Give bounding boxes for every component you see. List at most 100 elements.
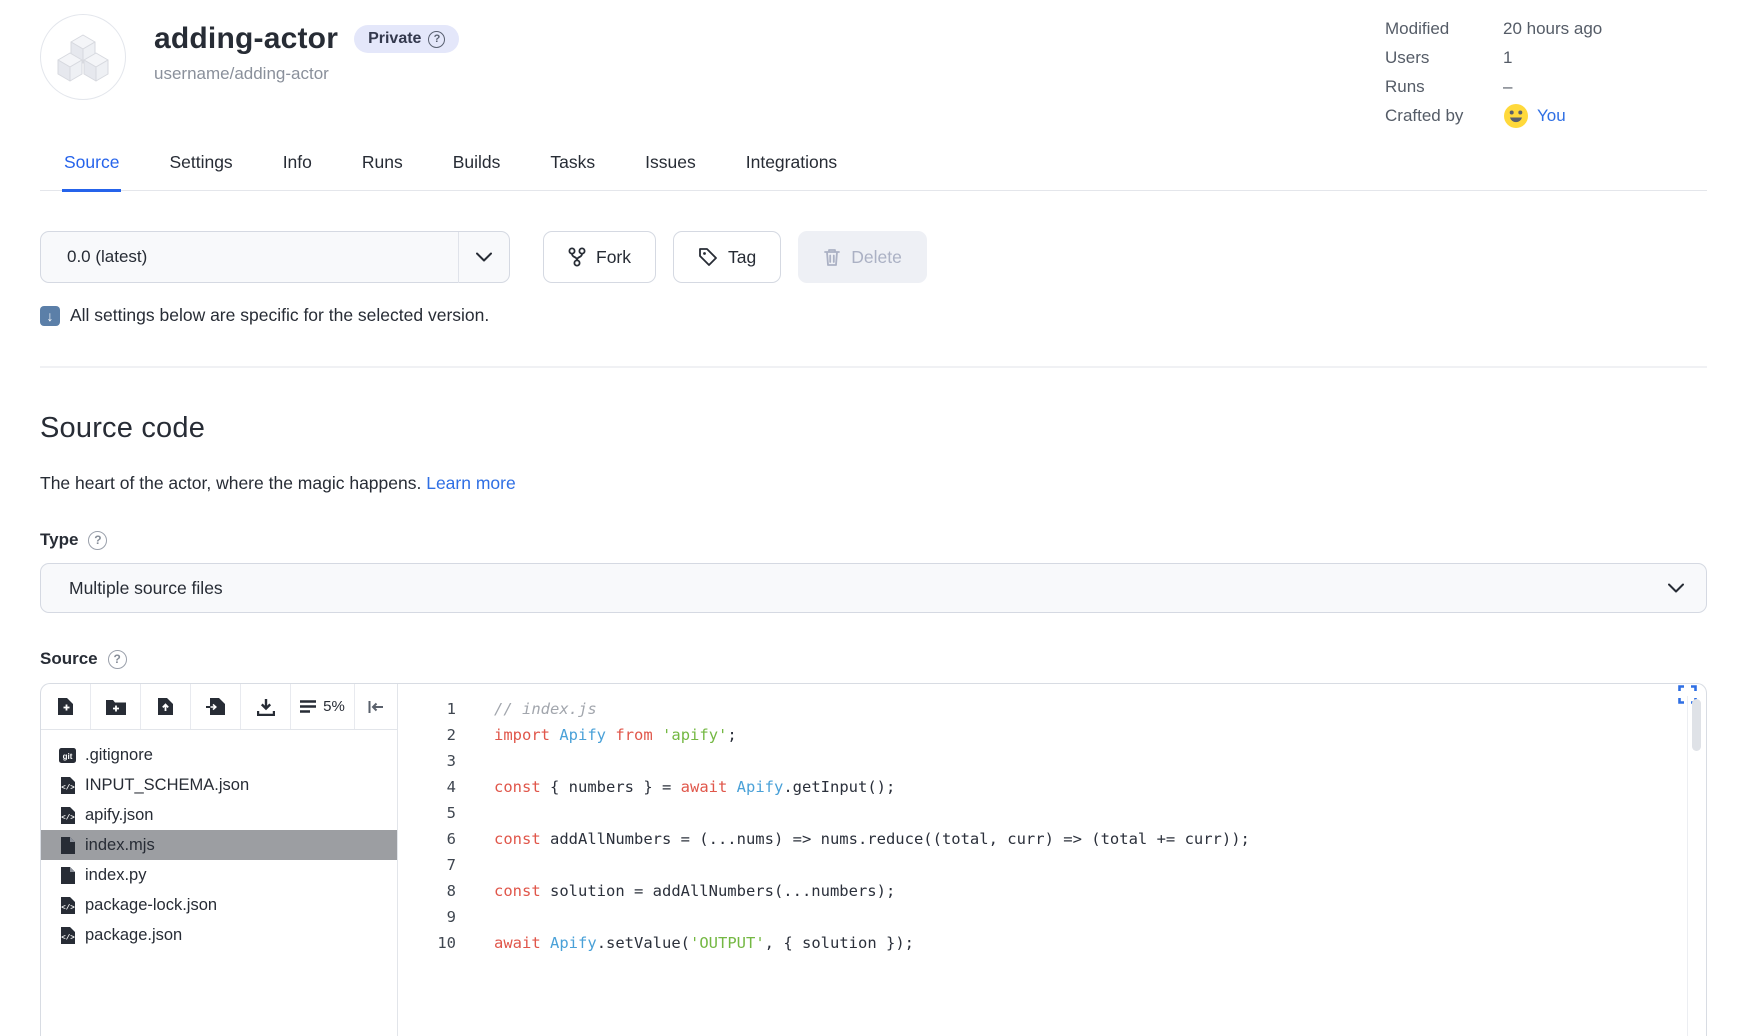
line-content — [456, 904, 494, 930]
meta-value: 1 — [1503, 48, 1512, 68]
line-number: 7 — [398, 852, 456, 878]
file-name: package-lock.json — [85, 896, 217, 915]
chevron-down-icon — [1668, 583, 1684, 593]
new-file-button[interactable] — [41, 684, 91, 729]
line-number: 4 — [398, 774, 456, 800]
tab-runs[interactable]: Runs — [360, 142, 405, 190]
tab-builds[interactable]: Builds — [451, 142, 503, 190]
actor-avatar — [40, 14, 126, 100]
source-label: Source — [40, 649, 98, 669]
page-title: adding-actor — [154, 22, 338, 56]
list-icon — [300, 700, 316, 713]
help-icon[interactable]: ? — [88, 531, 107, 550]
file-item-INPUT_SCHEMA.json[interactable]: </>INPUT_SCHEMA.json — [41, 770, 397, 800]
editor-scrollbar[interactable] — [1687, 696, 1706, 1036]
file-item-.gitignore[interactable]: git .gitignore — [41, 740, 397, 770]
file-item-apify.json[interactable]: </>apify.json — [41, 800, 397, 830]
meta-label: Users — [1385, 48, 1503, 68]
file-name: .gitignore — [85, 746, 153, 765]
file-item-package-lock.json[interactable]: </> package-lock.json — [41, 890, 397, 920]
plain-file-icon — [59, 837, 76, 854]
version-notice: ↓ All settings below are specific for th… — [40, 305, 1707, 326]
fork-button[interactable]: Fork — [543, 231, 656, 283]
meta-row: Modified20 hours ago — [1385, 14, 1602, 43]
git-file-icon: git — [59, 747, 76, 764]
collapse-tree-button[interactable] — [355, 684, 397, 729]
meta-value: – — [1503, 77, 1512, 97]
tab-source[interactable]: Source — [62, 142, 121, 192]
line-number: 8 — [398, 878, 456, 904]
file-name: index.py — [85, 866, 146, 885]
version-select[interactable]: 0.0 (latest) — [40, 231, 510, 283]
type-label: Type — [40, 530, 78, 550]
upload-file-button[interactable] — [141, 684, 191, 729]
file-item-package.json[interactable]: </>package.json — [41, 920, 397, 950]
source-label-inner: Source ? — [40, 649, 1707, 669]
line-content — [456, 748, 494, 774]
line-number: 5 — [398, 800, 456, 826]
code-line: 7 — [398, 852, 1687, 878]
file-item-index.mjs[interactable]: index.mjs — [41, 830, 397, 860]
new-folder-button[interactable] — [91, 684, 141, 729]
source-type-select[interactable]: Multiple source files — [40, 563, 1707, 613]
file-name: apify.json — [85, 806, 153, 825]
crafted-by-link[interactable]: You — [1503, 103, 1566, 129]
line-content — [456, 800, 494, 826]
code-line: 5 — [398, 800, 1687, 826]
tab-tasks[interactable]: Tasks — [548, 142, 597, 190]
line-number: 1 — [398, 696, 456, 722]
code-line: 1// index.js — [398, 696, 1687, 722]
svg-text:</>: </> — [61, 904, 75, 912]
smiley-emoji — [1503, 103, 1529, 129]
version-select-value: 0.0 (latest) — [41, 247, 458, 267]
help-icon[interactable]: ? — [108, 650, 127, 669]
code-line: 8const solution = addAllNumbers(...numbe… — [398, 878, 1687, 904]
line-content — [456, 852, 494, 878]
code-line: 6const addAllNumbers = (...nums) => nums… — [398, 826, 1687, 852]
file-tree-pane: 5% git.gitignore</>INPUT_SCHEMA.json</>a… — [41, 684, 398, 1036]
line-content: const addAllNumbers = (...nums) => nums.… — [456, 826, 1250, 852]
trash-icon — [823, 247, 841, 267]
meta-row: Users1 — [1385, 43, 1602, 72]
meta-label: Runs — [1385, 77, 1503, 97]
tab-integrations[interactable]: Integrations — [744, 142, 839, 190]
tag-button[interactable]: Tag — [673, 231, 781, 283]
file-item-index.py[interactable]: index.py — [41, 860, 397, 890]
code-lines: 1// index.js2import Apify from 'apify';3… — [398, 696, 1687, 1036]
chevron-down-icon — [459, 252, 509, 262]
file-name: index.mjs — [85, 836, 155, 855]
download-button[interactable] — [241, 684, 291, 729]
meta-value-text: 20 hours ago — [1503, 19, 1602, 39]
line-content: const solution = addAllNumbers(...number… — [456, 878, 895, 904]
scrollbar-thumb[interactable] — [1692, 699, 1701, 751]
line-content: import Apify from 'apify'; — [456, 722, 737, 748]
actions-row: 0.0 (latest) Fork Tag — [40, 231, 1707, 283]
cubes-icon — [57, 31, 109, 83]
source-label-row: Source ? — [40, 649, 1707, 669]
tag-icon — [698, 247, 718, 267]
line-content: // index.js — [456, 696, 597, 722]
tab-settings[interactable]: Settings — [167, 142, 234, 190]
tab-info[interactable]: Info — [281, 142, 314, 190]
help-icon[interactable]: ? — [428, 31, 445, 48]
code-editor[interactable]: 1// index.js2import Apify from 'apify';3… — [398, 684, 1706, 1036]
code-line: 10await Apify.setValue('OUTPUT', { solut… — [398, 930, 1687, 956]
version-notice-text: All settings below are specific for the … — [70, 305, 489, 326]
code-line: 3 — [398, 748, 1687, 774]
usage-value: 5% — [323, 698, 345, 715]
tab-issues[interactable]: Issues — [643, 142, 698, 190]
down-arrow-emoji: ↓ — [40, 306, 60, 326]
meta-value-text: You — [1537, 106, 1566, 126]
learn-more-link[interactable]: Learn more — [426, 473, 516, 493]
code-file-icon: </> — [59, 927, 76, 944]
import-file-button[interactable] — [191, 684, 241, 729]
code-line: 2import Apify from 'apify'; — [398, 722, 1687, 748]
tabs: Source Settings Info Runs Builds Tasks Issues I… — [40, 142, 1707, 191]
source-editor: 5% git.gitignore</>INPUT_SCHEMA.json</>a… — [40, 683, 1707, 1036]
line-number: 3 — [398, 748, 456, 774]
type-label-row: Type ? — [40, 530, 1707, 550]
meta-row: Runs– — [1385, 72, 1602, 101]
private-badge: Private ? — [354, 25, 459, 53]
meta-value-text: 1 — [1503, 48, 1512, 68]
delete-button[interactable]: Delete — [798, 231, 927, 283]
